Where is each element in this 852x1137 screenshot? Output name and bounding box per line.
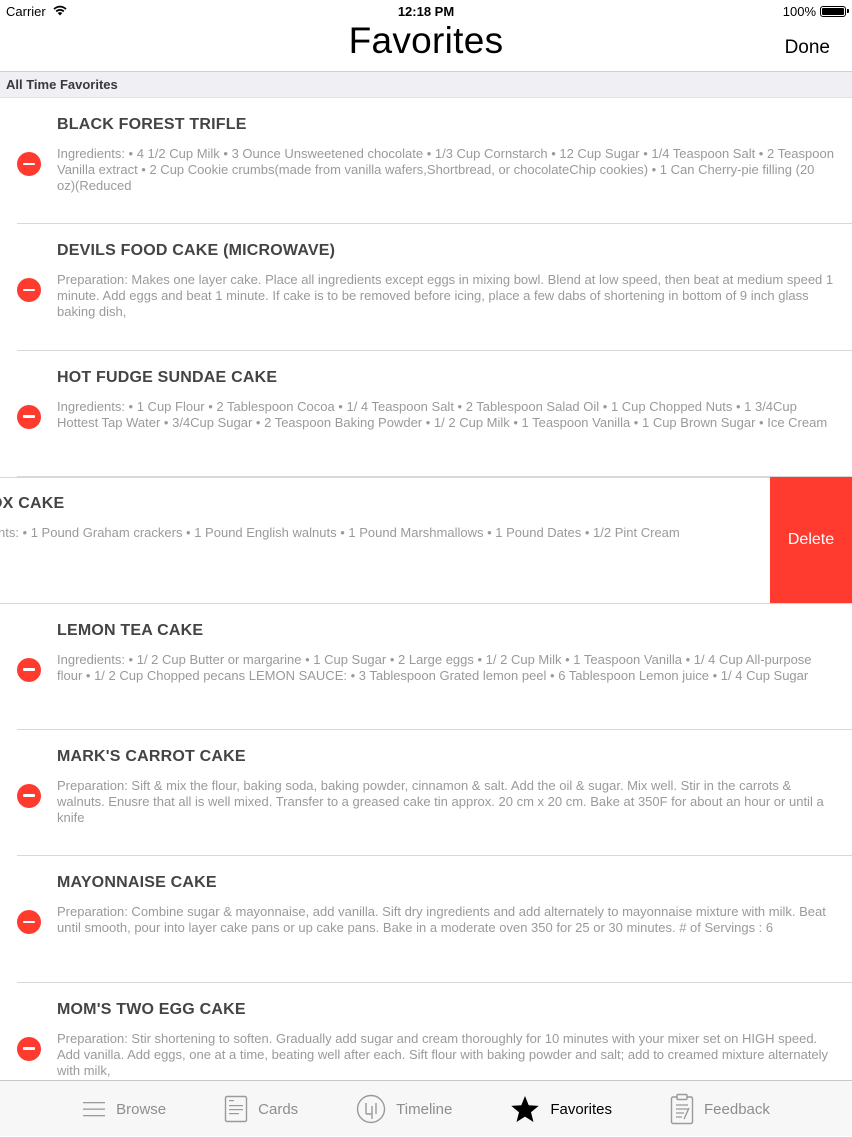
tab-label: Favorites	[550, 1100, 612, 1118]
delete-control-icon[interactable]	[17, 152, 41, 176]
list-item[interactable]: MOM'S TWO EGG CAKE Preparation: Stir sho…	[0, 983, 852, 1080]
delete-control-icon[interactable]	[17, 278, 41, 303]
delete-control-icon[interactable]	[17, 404, 41, 429]
recipe-description: Ingredients: • 4 1/2 Cup Milk • 3 Ounce …	[57, 146, 834, 193]
list-item[interactable]: HOT FUDGE SUNDAE CAKE Ingredients: • 1 C…	[0, 351, 852, 478]
tab-bar: Browse Cards Timeline Favorites Feedback	[0, 1080, 852, 1136]
star-icon	[510, 1095, 540, 1123]
battery-indicator: 100%	[782, 4, 849, 19]
delete-button[interactable]: Delete	[770, 477, 852, 604]
tab-favorites[interactable]: Favorites	[481, 1081, 641, 1137]
clipboard-icon	[670, 1093, 694, 1125]
delete-control-icon[interactable]	[17, 910, 41, 935]
list-item[interactable]: MARK'S CARROT CAKE Preparation: Sift & m…	[0, 730, 852, 857]
tab-timeline[interactable]: Timeline	[327, 1081, 481, 1137]
recipe-title: MOM'S TWO EGG CAKE	[57, 1000, 246, 1018]
recipe-description: Ingredients: • 1/ 2 Cup Butter or margar…	[57, 651, 812, 683]
delete-control-icon[interactable]	[17, 1036, 41, 1061]
recipe-description: Ingredients: • 1 Pound Graham crackers •…	[0, 525, 680, 541]
battery-percent: 100%	[782, 4, 816, 19]
recipe-description: Preparation: Combine sugar & mayonnaise,…	[57, 904, 826, 936]
tab-browse[interactable]: Browse	[53, 1081, 195, 1137]
recipe-description: Preparation: Makes one layer cake. Place…	[57, 272, 834, 320]
section-header: All Time Favorites	[0, 71, 852, 98]
recipe-title: MAYONNAISE CAKE	[57, 874, 217, 892]
favorites-list[interactable]: BLACK FOREST TRIFLE Ingredients: • 4 1/2…	[0, 98, 852, 1080]
list-item[interactable]: MAYONNAISE CAKE Preparation: Combine sug…	[0, 856, 852, 983]
recipe-description: Preparation: Stir shortening to soften. …	[57, 1030, 829, 1078]
card-icon	[224, 1095, 248, 1123]
list-item[interactable]: DEVILS FOOD CAKE (MICROWAVE) Preparation…	[0, 224, 852, 351]
list-icon	[82, 1099, 106, 1119]
navigation-bar: Favorites Done	[0, 20, 852, 71]
done-button[interactable]: Done	[785, 37, 830, 59]
list-item[interactable]: LEMON TEA CAKE Ingredients: • 1/ 2 Cup B…	[0, 604, 852, 730]
tab-label: Browse	[116, 1100, 167, 1118]
tab-cards[interactable]: Cards	[195, 1081, 327, 1137]
page-title: Favorites	[348, 20, 504, 61]
recipe-title: MARK'S CARROT CAKE	[57, 747, 246, 765]
timeline-icon	[356, 1094, 386, 1124]
recipe-title: LEMON TEA CAKE	[57, 621, 204, 639]
recipe-title: HOT FUDGE SUNDAE CAKE	[57, 368, 278, 386]
tab-label: Timeline	[396, 1100, 453, 1118]
tab-label: Cards	[258, 1100, 299, 1118]
tab-label: Feedback	[704, 1100, 770, 1118]
recipe-title: BLACK FOREST TRIFLE	[57, 116, 247, 133]
recipe-title: DEVILS FOOD CAKE (MICROWAVE)	[57, 242, 336, 260]
delete-control-icon[interactable]	[17, 783, 41, 808]
list-item-swiped[interactable]: ICEBOX CAKE Ingredients: • 1 Pound Graha…	[0, 477, 852, 604]
tab-feedback[interactable]: Feedback	[641, 1081, 799, 1137]
delete-control-icon[interactable]	[17, 657, 41, 682]
clock: 12:18 PM	[397, 4, 455, 19]
recipe-description: Preparation: Sift & mix the flour, bakin…	[57, 777, 824, 825]
recipe-title: ICEBOX CAKE	[0, 495, 65, 513]
list-item[interactable]: BLACK FOREST TRIFLE Ingredients: • 4 1/2…	[0, 98, 852, 225]
battery-icon	[820, 6, 849, 17]
recipe-description: Ingredients: • 1 Cup Flour • 2 Tablespoo…	[57, 398, 828, 430]
